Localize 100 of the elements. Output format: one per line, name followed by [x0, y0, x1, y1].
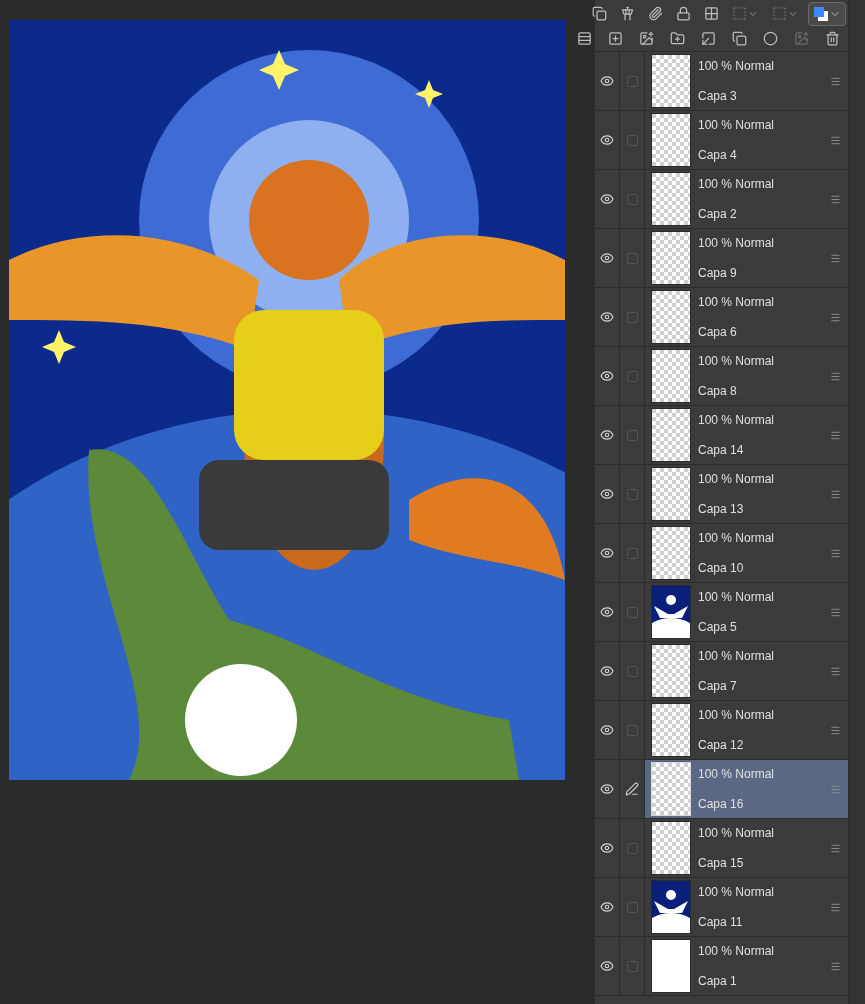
- layer-name: Capa 3: [698, 90, 738, 102]
- layer-thumbnail: [652, 291, 690, 343]
- layer-row[interactable]: 100 % Normal Capa 5: [595, 583, 848, 642]
- eye-icon[interactable]: [600, 369, 614, 383]
- eye-icon[interactable]: [600, 900, 614, 914]
- layer-thumbnail: [652, 409, 690, 461]
- layer-thumbnail: [652, 232, 690, 284]
- checkbox[interactable]: [626, 488, 638, 500]
- checkbox[interactable]: [626, 429, 638, 441]
- layer-thumbnail: [652, 645, 690, 697]
- checkbox[interactable]: [626, 606, 638, 618]
- eye-icon[interactable]: [600, 192, 614, 206]
- layer-name: Capa 1: [698, 975, 738, 987]
- layer-color-icon[interactable]: [808, 1, 846, 26]
- eye-icon[interactable]: [600, 487, 614, 501]
- blend-mode-text: 100 % Normal: [698, 355, 776, 367]
- menu-icon[interactable]: [830, 783, 841, 795]
- blend-mode-text: 100 % Normal: [698, 296, 776, 308]
- eye-icon[interactable]: [600, 841, 614, 855]
- checkbox[interactable]: [626, 370, 638, 382]
- layer-row[interactable]: 100 % Normal Capa 2: [595, 170, 848, 229]
- checkbox[interactable]: [626, 665, 638, 677]
- checkbox[interactable]: [626, 901, 638, 913]
- layer-name: Capa 2: [698, 208, 738, 220]
- checkbox[interactable]: [626, 547, 638, 559]
- menu-icon[interactable]: [830, 606, 841, 618]
- layer-row[interactable]: 100 % Normal Capa 11: [595, 878, 848, 937]
- menu-icon[interactable]: [830, 665, 841, 677]
- menu-icon[interactable]: [830, 134, 841, 146]
- blend-mode-text: 100 % Normal: [698, 532, 776, 544]
- menu-icon[interactable]: [830, 429, 841, 441]
- menu-icon[interactable]: [830, 193, 841, 205]
- menu-icon[interactable]: [830, 547, 841, 559]
- menu-icon[interactable]: [830, 960, 841, 972]
- layer-row[interactable]: 100 % Normal Capa 12: [595, 701, 848, 760]
- eye-icon[interactable]: [600, 723, 614, 737]
- eye-icon[interactable]: [600, 428, 614, 442]
- layer-row[interactable]: 100 % Normal Capa 10: [595, 524, 848, 583]
- layer-name: Capa 15: [698, 857, 745, 869]
- layer-row[interactable]: 100 % Normal Capa 8: [595, 347, 848, 406]
- blend-mode-text: 100 % Normal: [698, 768, 776, 780]
- blend-mode-text: 100 % Normal: [698, 119, 776, 131]
- layer-row[interactable]: 100 % Normal Capa 15: [595, 819, 848, 878]
- checkbox[interactable]: [626, 252, 638, 264]
- menu-icon[interactable]: [830, 252, 841, 264]
- layer-name: Capa 13: [698, 503, 745, 515]
- menu-icon[interactable]: [830, 488, 841, 500]
- layer-name: Capa 9: [698, 267, 738, 279]
- menu-icon[interactable]: [830, 842, 841, 854]
- eye-icon[interactable]: [600, 959, 614, 973]
- layer-name: Capa 7: [698, 680, 738, 692]
- layer-thumbnail: [652, 527, 690, 579]
- checkbox[interactable]: [626, 724, 638, 736]
- checkbox[interactable]: [626, 842, 638, 854]
- layer-thumbnail: [652, 704, 690, 756]
- checkbox[interactable]: [626, 75, 638, 87]
- menu-icon[interactable]: [830, 75, 841, 87]
- blend-mode-text: 100 % Normal: [698, 650, 776, 662]
- layer-row[interactable]: 100 % Normal Capa 13: [595, 465, 848, 524]
- blend-mode-text: 100 % Normal: [698, 886, 776, 898]
- layer-thumbnail: [652, 173, 690, 225]
- eye-icon[interactable]: [600, 782, 614, 796]
- layer-name: Capa 5: [698, 621, 738, 633]
- checkbox[interactable]: [626, 960, 638, 972]
- menu-icon[interactable]: [830, 724, 841, 736]
- layer-row[interactable]: 100 % Normal Capa 9: [595, 229, 848, 288]
- layer-row[interactable]: 100 % Normal Capa 16: [595, 760, 848, 819]
- layer-thumbnail: [652, 822, 690, 874]
- eye-icon[interactable]: [600, 251, 614, 265]
- layer-row[interactable]: 100 % Normal Capa 4: [595, 111, 848, 170]
- blend-mode-text: 100 % Normal: [698, 237, 776, 249]
- blend-mode-text: 100 % Normal: [698, 945, 776, 957]
- checkbox[interactable]: [626, 193, 638, 205]
- checkbox[interactable]: [626, 134, 638, 146]
- layer-name: Capa 12: [698, 739, 745, 751]
- layer-thumbnail: [652, 55, 690, 107]
- eye-icon[interactable]: [600, 546, 614, 560]
- menu-icon[interactable]: [830, 901, 841, 913]
- layer-row[interactable]: 100 % Normal Capa 6: [595, 288, 848, 347]
- blend-mode-text: 100 % Normal: [698, 473, 776, 485]
- scrollbar-track[interactable]: [848, 0, 865, 1004]
- layer-thumbnail: [652, 940, 690, 992]
- eye-icon[interactable]: [600, 664, 614, 678]
- layer-thumbnail: [652, 114, 690, 166]
- layer-row[interactable]: 100 % Normal Capa 7: [595, 642, 848, 701]
- layer-thumbnail: [652, 350, 690, 402]
- menu-icon[interactable]: [830, 370, 841, 382]
- layer-row[interactable]: 100 % Normal Capa 14: [595, 406, 848, 465]
- eye-icon[interactable]: [600, 133, 614, 147]
- layer-row[interactable]: 100 % Normal Capa 1: [595, 937, 848, 996]
- checkbox[interactable]: [626, 311, 638, 323]
- eye-icon[interactable]: [600, 605, 614, 619]
- eye-icon[interactable]: [600, 74, 614, 88]
- layer-name: Capa 8: [698, 385, 738, 397]
- blend-mode-text: 100 % Normal: [698, 827, 776, 839]
- menu-icon[interactable]: [830, 311, 841, 323]
- layer-row[interactable]: 100 % Normal Capa 3: [595, 52, 848, 111]
- layer-name: Capa 6: [698, 326, 738, 338]
- eye-icon[interactable]: [600, 310, 614, 324]
- layer-thumbnail: [652, 763, 690, 815]
